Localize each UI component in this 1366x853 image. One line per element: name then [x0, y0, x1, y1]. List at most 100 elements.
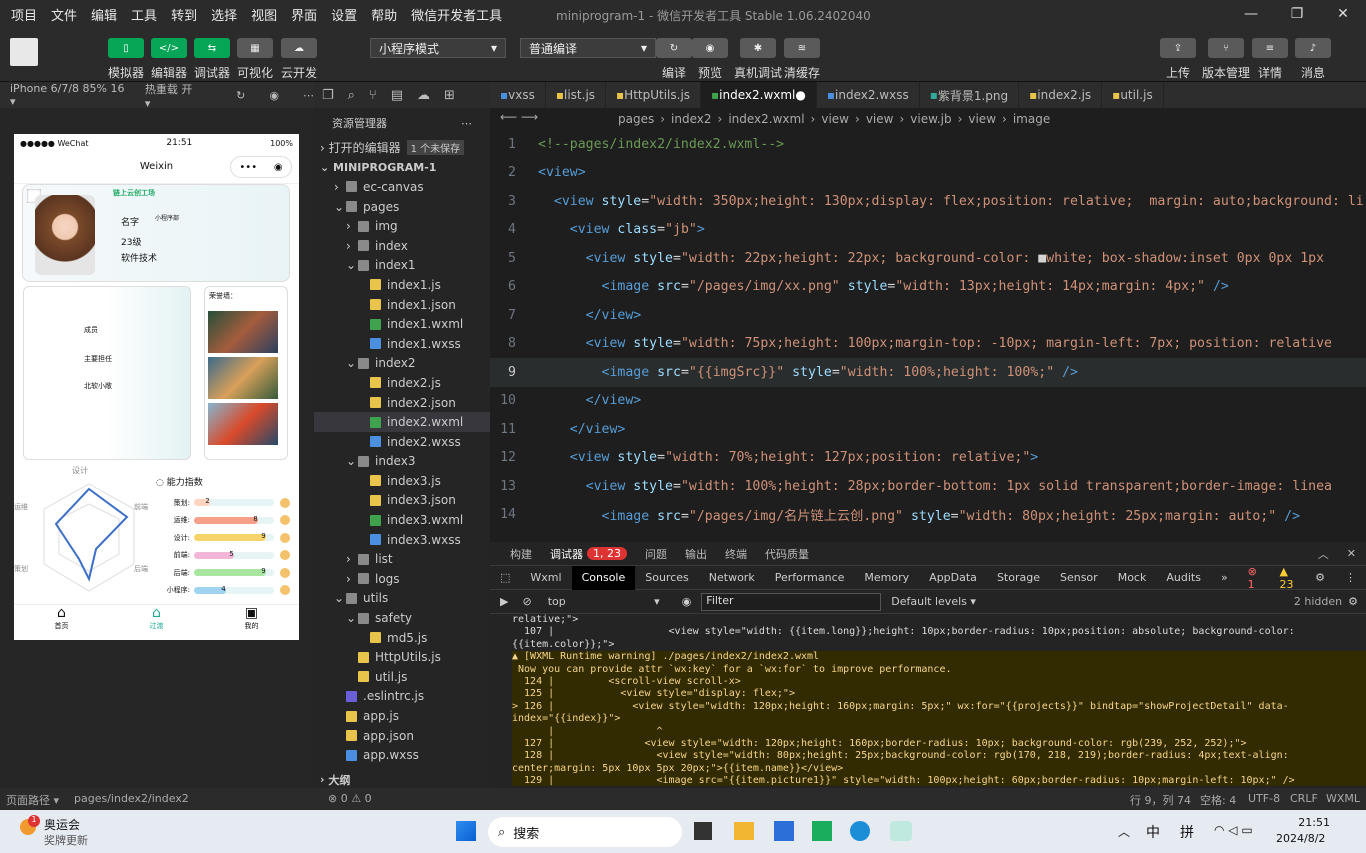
- version-button[interactable]: ⑂ 版本管理: [1202, 38, 1250, 81]
- minimize-icon[interactable]: —: [1228, 0, 1274, 28]
- profile-card[interactable]: 链上云创工场 名字 小程序部 23级 软件技术: [22, 184, 290, 282]
- stop-icon[interactable]: ◉: [269, 89, 279, 102]
- tree-item[interactable]: index1.wxml: [314, 314, 490, 334]
- tree-item[interactable]: index2.wxml: [314, 412, 490, 432]
- clear-icon[interactable]: ⊘: [522, 595, 531, 608]
- warning-count[interactable]: ▲ 23: [1270, 565, 1306, 591]
- editor-tab[interactable]: ▪ index2.wxml ●: [701, 82, 817, 108]
- avatar[interactable]: [10, 38, 38, 66]
- devtools-tab[interactable]: Sources: [635, 566, 699, 590]
- breadcrumb-item[interactable]: view: [968, 112, 996, 126]
- tab-home[interactable]: ⌂ 首页: [55, 605, 69, 640]
- git-icon[interactable]: ⑂: [369, 88, 377, 103]
- editor-tab[interactable]: ▪ 紫背景1.png: [920, 82, 1020, 108]
- eol[interactable]: CRLF: [1290, 792, 1318, 805]
- devtools-top-tab[interactable]: 代码质量: [765, 546, 809, 562]
- breadcrumb-item[interactable]: index2: [671, 112, 711, 126]
- file-explorer-icon[interactable]: [734, 822, 754, 840]
- wechat-devtools-icon[interactable]: [890, 821, 912, 841]
- menu-item[interactable]: 工具: [124, 5, 164, 24]
- tree-item[interactable]: index1.wxss: [314, 334, 490, 354]
- gear-icon[interactable]: ⚙: [1348, 595, 1358, 608]
- tree-item[interactable]: ⌄ utils: [314, 589, 490, 609]
- tree-item[interactable]: index1.js: [314, 275, 490, 295]
- more-icon[interactable]: •••: [239, 162, 257, 173]
- code-line[interactable]: 1 <!--pages/index2/index2.wxml-->: [490, 130, 1366, 159]
- breadcrumb-item[interactable]: index2.wxml: [728, 112, 804, 126]
- tree-item[interactable]: ⌄ pages: [314, 197, 490, 217]
- cloud-icon[interactable]: ☁: [417, 88, 430, 103]
- wifi-icon[interactable]: ◠ ◁ ▭: [1214, 823, 1253, 837]
- filter-input[interactable]: Filter: [701, 592, 882, 611]
- ime-pinyin[interactable]: 拼: [1180, 822, 1194, 842]
- debug-icon[interactable]: ▤: [391, 88, 403, 103]
- search-icon[interactable]: ⌕: [348, 88, 355, 103]
- compile-mode-select[interactable]: 普通编译 ▾: [520, 38, 656, 58]
- devtools-tab[interactable]: Performance: [765, 566, 855, 590]
- tree-item[interactable]: index3.wxml: [314, 510, 490, 530]
- code-line[interactable]: 13 <view style="width: 100%;height: 28px…: [490, 472, 1366, 501]
- editor-tab[interactable]: ▪ vxss: [490, 82, 546, 108]
- tree-item[interactable]: › img: [314, 216, 490, 236]
- store-icon[interactable]: [774, 821, 794, 841]
- levels-select[interactable]: Default levels ▾: [891, 595, 976, 608]
- more-icon[interactable]: ⋮: [1335, 566, 1366, 590]
- tree-item[interactable]: index3.json: [314, 491, 490, 511]
- extensions-icon[interactable]: ⊞: [444, 88, 455, 103]
- menu-item[interactable]: 编辑: [84, 5, 124, 24]
- open-editors-section[interactable]: › 打开的编辑器 1 个未保存: [314, 138, 490, 158]
- tab-transition[interactable]: ⌂ 过渡: [150, 605, 164, 640]
- ime-mode[interactable]: 中: [1146, 822, 1160, 842]
- devtools-tab[interactable]: Audits: [1156, 566, 1211, 590]
- code-line[interactable]: 3 <view style="width: 350px;height: 130p…: [490, 187, 1366, 216]
- language-mode[interactable]: WXML: [1326, 792, 1360, 805]
- cloud-button[interactable]: ☁ 云开发: [281, 38, 317, 81]
- code-line[interactable]: 2 <view>: [490, 159, 1366, 188]
- tree-item[interactable]: .eslintrc.js: [314, 687, 490, 707]
- mode-select[interactable]: 小程序模式 ▾: [370, 38, 506, 58]
- simulator-button[interactable]: ▯ 模拟器: [108, 38, 144, 81]
- tree-item[interactable]: › index: [314, 236, 490, 256]
- editor-tab[interactable]: ▪ index2.wxss: [817, 82, 920, 108]
- code-line[interactable]: 8 <view style="width: 75px;height: 100px…: [490, 330, 1366, 359]
- tree-item[interactable]: app.js: [314, 706, 490, 726]
- tree-item[interactable]: index3.js: [314, 471, 490, 491]
- code-line[interactable]: 12 <view style="width: 70%;height: 127px…: [490, 444, 1366, 473]
- tree-item[interactable]: › ec-canvas: [314, 177, 490, 197]
- tree-item[interactable]: md5.js: [314, 628, 490, 648]
- tree-item[interactable]: index2.json: [314, 393, 490, 413]
- member-card[interactable]: 成员 主要担任 北软小敞: [23, 286, 191, 460]
- sidebar-toggle-icon[interactable]: ▶: [500, 595, 508, 608]
- devtools-tab[interactable]: Storage: [987, 566, 1050, 590]
- tree-item[interactable]: app.wxss: [314, 745, 490, 765]
- tree-item[interactable]: ⌄ safety: [314, 608, 490, 628]
- code-line[interactable]: 7 </view>: [490, 301, 1366, 330]
- devtools-tab[interactable]: Memory: [854, 566, 919, 590]
- breadcrumb-item[interactable]: view: [821, 112, 849, 126]
- devtools-top-tab[interactable]: 问题: [645, 546, 667, 562]
- breadcrumb-item[interactable]: view.jb: [910, 112, 951, 126]
- menu-item[interactable]: 文件: [44, 5, 84, 24]
- context-select[interactable]: top ▾: [548, 595, 660, 608]
- devtools-tab[interactable]: Network: [699, 566, 765, 590]
- tab-mine[interactable]: ▣ 我的: [245, 605, 259, 640]
- tree-item[interactable]: index2.wxss: [314, 432, 490, 452]
- device-select[interactable]: iPhone 6/7/8 85% 16 ▾: [10, 82, 131, 108]
- honor-wall[interactable]: 荣誉墙：: [204, 286, 288, 460]
- more-tabs-icon[interactable]: »: [1211, 566, 1238, 590]
- capsule-button[interactable]: ••• ◉: [230, 156, 292, 178]
- breadcrumb-item[interactable]: pages: [618, 112, 654, 126]
- editor-button[interactable]: </> 编辑器: [151, 38, 187, 81]
- tree-item[interactable]: app.json: [314, 726, 490, 746]
- close-icon[interactable]: ✕: [1347, 547, 1356, 560]
- editor-tab[interactable]: ▪ list.js: [546, 82, 607, 108]
- files-icon[interactable]: ❐: [322, 88, 334, 103]
- app-icon[interactable]: [812, 821, 832, 841]
- devtools-top-tab[interactable]: 输出: [685, 546, 707, 562]
- devtools-tab[interactable]: Mock: [1108, 566, 1157, 590]
- tree-item[interactable]: ⌄ index1: [314, 256, 490, 276]
- code-line[interactable]: 14 <image src="/pages/img/名片链上云创.png" st…: [490, 501, 1366, 530]
- edge-icon[interactable]: [850, 821, 870, 841]
- tree-item[interactable]: util.js: [314, 667, 490, 687]
- upload-button[interactable]: ⇪ 上传: [1160, 38, 1196, 81]
